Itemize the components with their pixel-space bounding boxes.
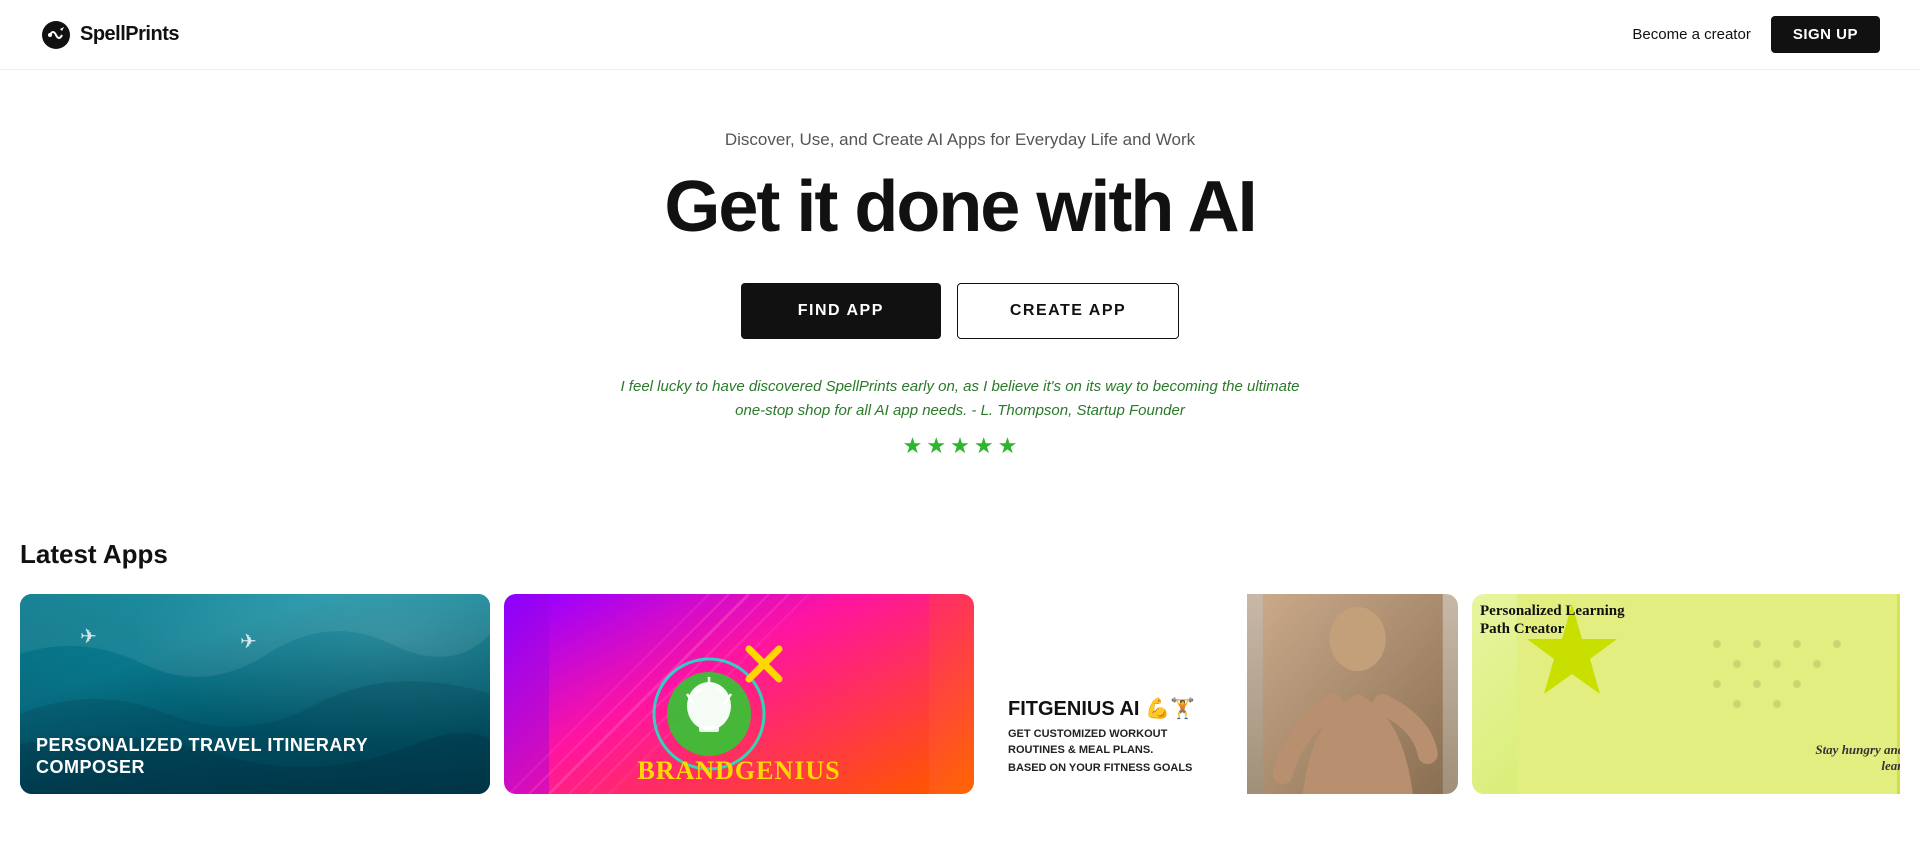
hero-title: Get it done with AI	[664, 168, 1255, 247]
fitgenius-subtitle: GET CUSTOMIZED WORKOUT ROUTINES & MEAL P…	[1008, 727, 1227, 758]
travel-card-title: PERSONALIZED TRAVEL ITINERARY COMPOSER	[20, 719, 490, 794]
learning-subtitle: Stay hungry and keep learning!	[1812, 742, 1900, 774]
logo-icon	[40, 19, 72, 51]
fitgenius-title: FITGENIUS AI 💪🏋️	[1008, 696, 1227, 721]
learning-title: Personalized Learning Path Creator	[1480, 602, 1640, 638]
hero-section: Discover, Use, and Create AI Apps for Ev…	[0, 70, 1920, 499]
fitgenius-text: FITGENIUS AI 💪🏋️ GET CUSTOMIZED WORKOUT …	[988, 594, 1247, 794]
app-card-fitgenius[interactable]: FITGENIUS AI 💪🏋️ GET CUSTOMIZED WORKOUT …	[988, 594, 1458, 794]
fitgenius-image	[1247, 594, 1459, 794]
find-app-button[interactable]: FIND APP	[741, 283, 941, 339]
latest-apps-title: Latest Apps	[20, 539, 1900, 570]
app-card-brandgenius[interactable]: BrANDGENIUS	[504, 594, 974, 794]
app-card-travel[interactable]: ✈ ✈ PERSONALIZED TRAVEL ITINERARY COMPOS…	[20, 594, 490, 794]
hero-subtitle: Discover, Use, and Create AI Apps for Ev…	[725, 130, 1195, 150]
navbar: SpellPrints Become a creator SIGN UP	[0, 0, 1920, 70]
signup-button[interactable]: SIGN UP	[1771, 16, 1880, 53]
plane-icon-1: ✈	[80, 624, 97, 649]
star-3: ★	[950, 433, 970, 459]
person-silhouette	[1247, 594, 1459, 794]
logo[interactable]: SpellPrints	[40, 19, 179, 51]
brand-text-overlay: BrANDGENIUS	[504, 594, 974, 794]
latest-apps-section: Latest Apps ✈ ✈ PERSONALIZED TRAVEL ITIN…	[0, 499, 1920, 794]
hero-buttons: FIND APP CREATE APP	[741, 283, 1179, 339]
app-card-learning[interactable]: Personalized Learning Path Creator Stay …	[1472, 594, 1900, 794]
fitgenius-based: BASED ON YOUR FITNESS GOALS	[1008, 762, 1227, 774]
nav-right: Become a creator SIGN UP	[1632, 16, 1880, 53]
become-creator-link[interactable]: Become a creator	[1632, 26, 1750, 43]
logo-text: SpellPrints	[80, 23, 179, 46]
brandgenius-label: BrANDGENIUS	[637, 756, 840, 786]
star-2: ★	[926, 433, 946, 459]
apps-grid: ✈ ✈ PERSONALIZED TRAVEL ITINERARY COMPOS…	[20, 594, 1900, 794]
plane-icon-2: ✈	[240, 629, 257, 654]
fitgenius-emoji: 💪🏋️	[1145, 698, 1195, 720]
star-1: ★	[903, 433, 923, 459]
testimonial-text: I feel lucky to have discovered SpellPri…	[620, 375, 1300, 423]
star-rating: ★ ★ ★ ★ ★	[620, 433, 1300, 459]
create-app-button[interactable]: CREATE APP	[957, 283, 1179, 339]
star-5: ★	[998, 433, 1018, 459]
testimonial: I feel lucky to have discovered SpellPri…	[620, 375, 1300, 459]
star-4: ★	[974, 433, 994, 459]
